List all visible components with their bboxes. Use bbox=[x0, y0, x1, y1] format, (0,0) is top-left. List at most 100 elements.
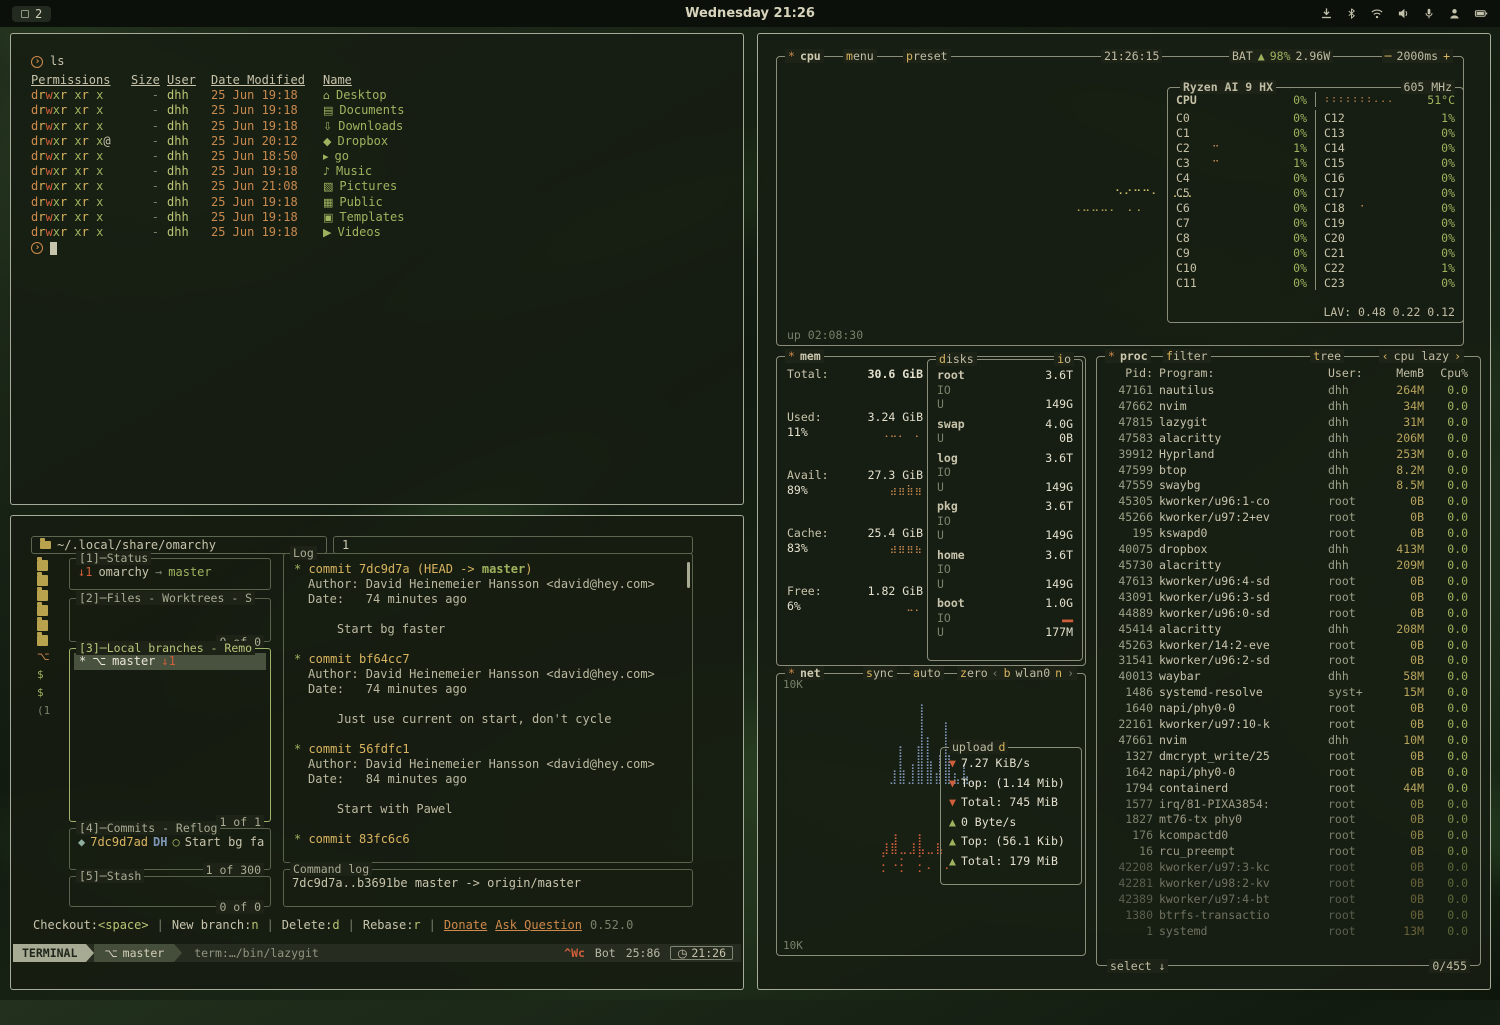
process-row[interactable]: 45266kworker/u97:2+evroot0B0.0 bbox=[1107, 510, 1468, 526]
process-row[interactable]: 1827mt76-tx phy0root0B0.0 bbox=[1107, 812, 1468, 828]
process-row[interactable]: 44889kworker/u96:0-sdroot0B0.0 bbox=[1107, 606, 1468, 622]
mic-icon[interactable] bbox=[1423, 7, 1435, 20]
interval-minus-button[interactable]: ─ bbox=[1385, 49, 1392, 63]
help-item[interactable]: Checkout: <space> bbox=[33, 918, 149, 932]
graph-bullet: ○ bbox=[172, 835, 179, 849]
stash-count: 0 of 0 bbox=[216, 900, 264, 914]
btop-memory-panel[interactable]: *mem Total:30.6 GiB Used:3.24 GiB11%⢀⣀⡀⠀… bbox=[776, 356, 1086, 666]
help-item[interactable]: Delete: d bbox=[282, 918, 340, 932]
interface-selector[interactable]: ‹bwlan0n› bbox=[989, 666, 1077, 680]
directory-name[interactable]: ♪Music bbox=[323, 164, 743, 179]
process-row[interactable]: 1486systemd-resolvesyst+15M0.0 bbox=[1107, 685, 1468, 701]
directory-name[interactable]: ▸go bbox=[323, 149, 743, 164]
user-icon[interactable] bbox=[1448, 7, 1461, 20]
disks-title: disks bbox=[936, 352, 977, 366]
log-panel[interactable]: Log * commit 7dc9d7a (HEAD -> master)Aut… bbox=[283, 553, 693, 863]
process-row[interactable]: 47662nvimdhh34M0.0 bbox=[1107, 399, 1468, 415]
commit-entry[interactable]: * commit 83fc6c6 bbox=[294, 832, 682, 847]
process-row[interactable]: 47599btopdhh8.2M0.0 bbox=[1107, 463, 1468, 479]
process-row[interactable]: 47583alacrittydhh206M0.0 bbox=[1107, 431, 1468, 447]
bluetooth-icon[interactable] bbox=[1346, 7, 1357, 20]
process-row[interactable]: 45263kworker/14:2-everoot0B0.0 bbox=[1107, 638, 1468, 654]
process-row[interactable]: 47661nvimdhh10M0.0 bbox=[1107, 733, 1468, 749]
directory-name[interactable]: ⌂Desktop bbox=[323, 88, 743, 103]
ls-row: drwxr xr x-dhh25 Jun 19:18⌂Desktop bbox=[31, 88, 743, 103]
selected-branch-row[interactable]: * ⌥ master ↓1 bbox=[74, 653, 266, 670]
process-row[interactable]: 47559swaybgdhh8.5M0.0 bbox=[1107, 478, 1468, 494]
directory-name[interactable]: ▶Videos bbox=[323, 225, 743, 240]
tab-box[interactable]: 1 bbox=[333, 536, 693, 554]
commits-panel[interactable]: [4]─Commits - Reflog ◆ 7dc9d7ad DH ○ Sta… bbox=[69, 828, 271, 870]
help-item[interactable]: Rebase: r bbox=[363, 918, 421, 932]
btop-process-panel[interactable]: *proc filter tree ‹cpu lazy› Pid: Progra… bbox=[1096, 356, 1481, 966]
terminal-cursor[interactable] bbox=[50, 242, 57, 255]
commit-entry[interactable]: * commit 7dc9d7a (HEAD -> master)Author:… bbox=[294, 562, 682, 652]
directory-name[interactable]: ▤Documents bbox=[323, 103, 743, 118]
volume-icon[interactable] bbox=[1397, 7, 1410, 20]
workspace-indicator[interactable]: 2 bbox=[12, 6, 51, 22]
process-row[interactable]: 47613kworker/u96:4-sdroot0B0.0 bbox=[1107, 574, 1468, 590]
process-row[interactable]: 47815lazygitdhh31M0.0 bbox=[1107, 415, 1468, 431]
status-panel[interactable]: [1]─Status ↓1 omarchy → master bbox=[69, 558, 271, 590]
process-row[interactable]: 16rcu_preemptroot0B0.0 bbox=[1107, 844, 1468, 860]
process-row[interactable]: 176kcompactd0root0B0.0 bbox=[1107, 828, 1468, 844]
branches-panel[interactable]: [3]─Local branches - Remo * ⌥ master ↓1 … bbox=[69, 648, 271, 822]
process-row[interactable]: 1systemdroot13M0.0 bbox=[1107, 924, 1468, 940]
commit-entry[interactable]: * commit 56fdfc1Author: David Heinemeier… bbox=[294, 742, 682, 832]
process-row[interactable]: 1380btrfs-transactioroot0B0.0 bbox=[1107, 908, 1468, 924]
battery-icon[interactable] bbox=[1474, 7, 1488, 20]
updates-icon[interactable] bbox=[1320, 7, 1333, 20]
process-row[interactable]: 42281kworker/u98:2-kvroot0B0.0 bbox=[1107, 876, 1468, 892]
powerline-separator-icon bbox=[174, 944, 182, 962]
process-row[interactable]: 45414alacrittydhh208M0.0 bbox=[1107, 622, 1468, 638]
proc-panel-title: *proc bbox=[1105, 349, 1151, 363]
wifi-icon[interactable] bbox=[1370, 7, 1384, 20]
process-row[interactable]: 40075dropboxdhh413M0.0 bbox=[1107, 542, 1468, 558]
directory-name[interactable]: ▣Templates bbox=[323, 210, 743, 225]
process-row[interactable]: 42208kworker/u97:3-kcroot0B0.0 bbox=[1107, 860, 1468, 876]
process-row[interactable]: 1327dmcrypt_write/25root0B0.0 bbox=[1107, 749, 1468, 765]
menu-button[interactable]: menu bbox=[843, 49, 877, 63]
sort-selector[interactable]: ‹cpu lazy› bbox=[1379, 349, 1464, 363]
scrollbar[interactable] bbox=[687, 562, 690, 588]
commit-message: Start bg fa bbox=[185, 835, 264, 849]
process-row[interactable]: 1642napi/phy0-0root0B0.0 bbox=[1107, 765, 1468, 781]
btop-network-panel[interactable]: *net sync auto zero ‹bwlan0n› 10K 10K ⠀⠀… bbox=[776, 673, 1086, 956]
sync-toggle[interactable]: sync bbox=[863, 666, 897, 680]
disk-entry: home3.6TIOU149G bbox=[928, 548, 1082, 592]
process-row[interactable]: 42389kworker/u97:4-btroot0B0.0 bbox=[1107, 892, 1468, 908]
process-row[interactable]: 1640napi/phy0-0root0B0.0 bbox=[1107, 701, 1468, 717]
directory-name[interactable]: ⇩Downloads bbox=[323, 119, 743, 134]
donate-link[interactable]: Donate bbox=[444, 918, 487, 932]
process-row[interactable]: 47161nautilusdhh264M0.0 bbox=[1107, 383, 1468, 399]
process-row[interactable]: 195kswapd0root0B0.0 bbox=[1107, 526, 1468, 542]
zero-toggle[interactable]: zero bbox=[957, 666, 991, 680]
process-row[interactable]: 45305kworker/u96:1-coroot0B0.0 bbox=[1107, 494, 1468, 510]
process-row[interactable]: 22161kworker/u97:10-kroot0B0.0 bbox=[1107, 717, 1468, 733]
process-row[interactable]: 45730alacrittydhh209M0.0 bbox=[1107, 558, 1468, 574]
commit-entry[interactable]: * commit bf64cc7Author: David Heinemeier… bbox=[294, 652, 682, 742]
update-interval-control[interactable]: ─2000ms+ bbox=[1382, 49, 1453, 63]
btop-cpu-panel[interactable]: *cpu menu preset 21:26:15 BAT▲98%2.96W ─… bbox=[776, 56, 1464, 346]
ls-row: drwxr xr x-dhh25 Jun 19:18▶Videos bbox=[31, 225, 743, 240]
filter-button[interactable]: filter bbox=[1163, 349, 1211, 363]
files-panel[interactable]: [2]─Files - Worktrees - S 0 of 0 bbox=[69, 598, 271, 642]
preset-button[interactable]: preset bbox=[903, 49, 951, 63]
process-row[interactable]: 1794containerdroot44M0.0 bbox=[1107, 781, 1468, 797]
tree-toggle[interactable]: tree bbox=[1310, 349, 1344, 363]
process-row[interactable]: 40013waybardhh58M0.0 bbox=[1107, 669, 1468, 685]
directory-name[interactable]: ▧Pictures bbox=[323, 179, 743, 194]
interval-plus-button[interactable]: + bbox=[1443, 49, 1450, 63]
help-item[interactable]: New branch: n bbox=[172, 918, 259, 932]
process-row[interactable]: 1577irq/81-PIXA3854:root0B0.0 bbox=[1107, 797, 1468, 813]
directory-name[interactable]: ◆Dropbox bbox=[323, 134, 743, 149]
stash-panel[interactable]: [5]─Stash 0 of 0 bbox=[69, 876, 271, 907]
author-initials: DH bbox=[153, 835, 167, 849]
ask-question-link[interactable]: Ask Question bbox=[495, 918, 582, 932]
process-row[interactable]: 31541kworker/u96:2-sdroot0B0.0 bbox=[1107, 653, 1468, 669]
directory-name[interactable]: ▦Public bbox=[323, 195, 743, 210]
auto-toggle[interactable]: auto bbox=[910, 666, 944, 680]
process-row[interactable]: 43091kworker/u96:3-sdroot0B0.0 bbox=[1107, 590, 1468, 606]
process-row[interactable]: 39912Hyprlanddhh253M0.0 bbox=[1107, 447, 1468, 463]
command-log-panel: Command log 7dc9d7a..b3691be master -> o… bbox=[283, 869, 693, 907]
